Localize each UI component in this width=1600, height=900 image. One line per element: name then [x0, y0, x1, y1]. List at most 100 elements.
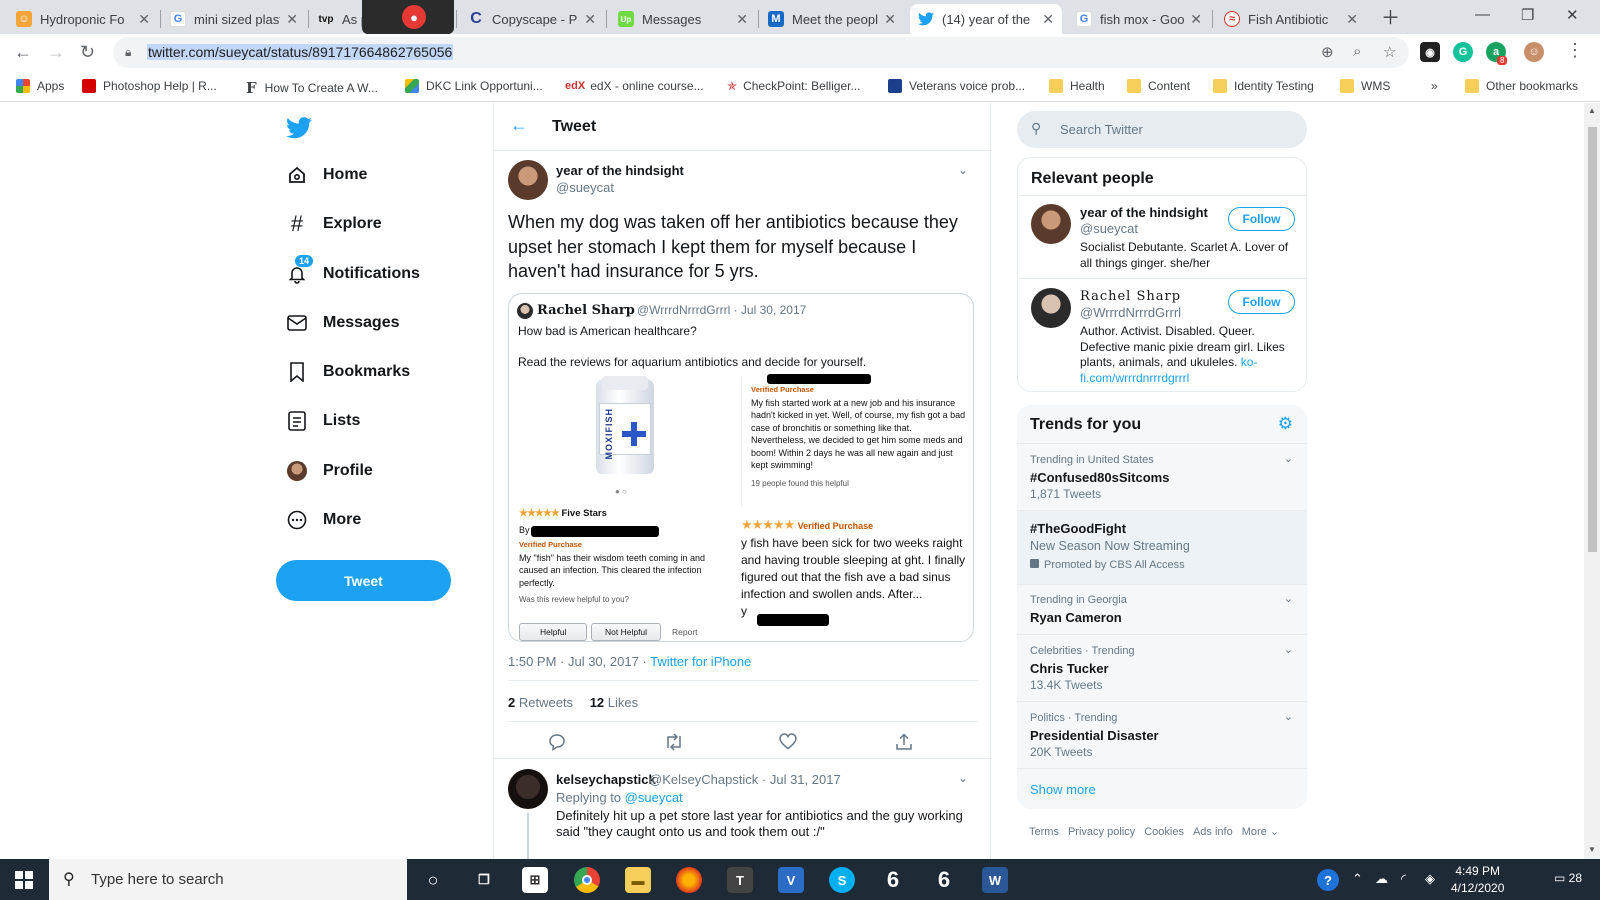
wifi-icon[interactable]: ◜ [1401, 871, 1406, 887]
retweet-icon[interactable] [664, 733, 684, 756]
tab-copyscape[interactable]: C Copyscape - Pr ✕ [460, 4, 604, 34]
back-arrow-icon[interactable]: ← [510, 115, 528, 136]
grammarly-icon[interactable]: G [1453, 42, 1473, 62]
forward-arrow-icon[interactable]: → [47, 42, 65, 63]
nav-notifications[interactable]: 14 Notifications [286, 255, 420, 285]
nav-lists[interactable]: Lists [286, 410, 360, 432]
like-heart-icon[interactable] [779, 733, 797, 755]
person-name[interactable]: Rachel Sharp [1080, 289, 1181, 304]
url-text[interactable]: twitter.com/sueycat/status/8917176648627… [147, 44, 454, 60]
chevron-up-icon[interactable]: ⌃ [1352, 871, 1363, 887]
tab-fish-antibiotics[interactable]: ≈ Fish Antibiotic ✕ [1216, 4, 1366, 34]
minimize-button[interactable]: — [1475, 6, 1490, 23]
reply-icon[interactable] [548, 733, 566, 756]
app-t-icon[interactable]: T [727, 867, 753, 893]
quoted-review-image[interactable]: MOXIFISH ● ○ Verified Purchase My fish s… [509, 374, 973, 641]
close-icon[interactable]: ✕ [736, 11, 748, 28]
tab-hydroponic[interactable]: ☺ Hydroponic Fo ✕ [8, 4, 158, 34]
reload-icon[interactable]: ↻ [80, 42, 95, 63]
likes-stat[interactable]: 12 Likes [590, 695, 638, 710]
nav-bookmarks[interactable]: Bookmarks [286, 361, 410, 383]
reply-author-name[interactable]: kelseychapstick [556, 772, 656, 787]
bookmark-dkc-link[interactable]: DKC Link Opportuni... [405, 79, 543, 93]
firefox-icon[interactable] [676, 867, 702, 893]
maximize-button[interactable]: ❐ [1521, 6, 1534, 24]
settings-gear-icon[interactable]: ⚙ [1278, 414, 1293, 434]
show-more-row[interactable]: Show more [1017, 768, 1307, 809]
chrome-icon[interactable] [574, 867, 600, 893]
bookmarks-overflow-chevron[interactable]: » [1431, 79, 1438, 93]
chevron-down-icon[interactable]: ⌄ [1284, 592, 1293, 605]
trend-item[interactable]: Trending in Georgia ⌄ Ryan Cameron [1017, 584, 1307, 634]
scrollbar-thumb[interactable] [1588, 127, 1597, 552]
trend-item[interactable]: Trending in United States ⌄ #Confused80s… [1017, 443, 1307, 510]
footer-cookies-link[interactable]: Cookies [1144, 826, 1184, 838]
replying-to-link[interactable]: @sueycat [625, 790, 683, 805]
trend-item[interactable]: Celebrities · Trending ⌄ Chris Tucker 13… [1017, 634, 1307, 701]
search-box[interactable]: ⚲ Search Twitter [1017, 111, 1307, 148]
tab-mini-sized[interactable]: G mini sized plast ✕ [162, 4, 306, 34]
new-tab-button[interactable]: ＋ [1381, 3, 1400, 30]
bookmark-folder-content[interactable]: Content [1127, 79, 1190, 93]
microphone-icon[interactable]: ● [402, 5, 426, 29]
close-icon[interactable]: ✕ [1346, 11, 1358, 28]
close-icon[interactable]: ✕ [286, 11, 298, 28]
bookmark-how-to-create[interactable]: F How To Create A W... [246, 79, 378, 97]
search-placeholder[interactable]: Search Twitter [1060, 122, 1143, 137]
address-bar[interactable]: 🔒︎ twitter.com/sueycat/status/8917176648… [113, 37, 1409, 68]
chevron-down-icon[interactable]: ⌄ [958, 163, 968, 177]
tab-messages[interactable]: Up Messages ✕ [610, 4, 756, 34]
bookmark-checkpoint[interactable]: ✯ CheckPoint: Belliger... [727, 79, 860, 93]
tab-fish-mox[interactable]: G fish mox - Goo ✕ [1068, 4, 1210, 34]
chevron-down-icon[interactable]: ⌄ [1284, 452, 1293, 465]
bookmark-photoshop[interactable]: Photoshop Help | R... [82, 79, 217, 93]
taskbar-search-text[interactable]: Type here to search [91, 871, 224, 888]
author-name[interactable]: year of the hindsight [556, 163, 684, 178]
close-icon[interactable]: ✕ [1042, 11, 1054, 28]
show-more-link[interactable]: Show more [1030, 782, 1096, 797]
bookmark-folder-identity[interactable]: Identity Testing [1213, 79, 1314, 93]
system-clock[interactable]: 4:49 PM 4/12/2020 [1451, 863, 1504, 897]
voice-recorder-overlay[interactable]: ● [362, 0, 454, 34]
chevron-down-icon[interactable]: ⌄ [1284, 643, 1293, 656]
person-avatar[interactable] [1031, 204, 1071, 244]
tab-meet-the-people[interactable]: M Meet the peopl ✕ [760, 4, 904, 34]
chevron-down-icon[interactable]: ⌄ [1284, 710, 1293, 723]
bookmark-apps[interactable]: Apps [16, 79, 64, 93]
footer-privacy-link[interactable]: Privacy policy [1068, 826, 1135, 838]
close-icon[interactable]: ✕ [584, 11, 596, 28]
reply-tweet[interactable]: kelseychapstick @KelseyChapstick · Jul 3… [494, 758, 992, 859]
bookmark-other[interactable]: Other bookmarks [1465, 79, 1578, 93]
nav-explore[interactable]: # Explore [286, 211, 382, 236]
back-arrow-icon[interactable]: ← [14, 42, 32, 63]
source-link[interactable]: Twitter for iPhone [650, 654, 751, 669]
nav-messages[interactable]: Messages [286, 312, 400, 334]
tweet-compose-button[interactable]: Tweet [276, 560, 451, 601]
footer-terms-link[interactable]: Terms [1029, 826, 1059, 838]
twitter-logo-icon[interactable] [286, 117, 312, 144]
help-icon[interactable]: ? [1317, 869, 1339, 891]
close-icon[interactable]: ✕ [1190, 11, 1202, 28]
person-name[interactable]: year of the hindsight [1080, 205, 1208, 220]
scroll-down-arrow-icon[interactable]: ▼ [1588, 845, 1596, 854]
visio-icon[interactable]: V [778, 867, 804, 893]
bookmark-folder-health[interactable]: Health [1049, 79, 1105, 93]
person-handle[interactable]: @WrrrdNrrrdGrrrl [1080, 305, 1181, 320]
network-status-icon[interactable]: ◈ [1425, 871, 1435, 887]
windows-start-icon[interactable] [15, 871, 33, 889]
retweets-stat[interactable]: 2 Retweets [508, 695, 573, 710]
menu-kebab-icon[interactable]: ⋮ [1566, 40, 1584, 61]
bookmark-folder-wms[interactable]: WMS [1340, 79, 1390, 93]
store-icon[interactable]: ⊞ [522, 867, 548, 893]
page-scrollbar[interactable]: ▲ ▼ [1584, 103, 1600, 859]
close-window-button[interactable]: ✕ [1566, 6, 1579, 24]
extension-owl-icon[interactable]: ◉ [1420, 42, 1440, 62]
footer-ads-info-link[interactable]: Ads info [1193, 826, 1233, 838]
bookmark-star-icon[interactable]: ☆ [1383, 43, 1396, 61]
zoom-icon[interactable]: ⌕ [1353, 43, 1361, 60]
tab-as-p[interactable]: tvp As p [310, 4, 370, 34]
app-six-icon[interactable]: 6 [880, 867, 906, 893]
reply-author-avatar[interactable] [508, 769, 548, 809]
chevron-down-icon[interactable]: ⌄ [958, 771, 968, 785]
nav-more[interactable]: More [286, 509, 361, 531]
